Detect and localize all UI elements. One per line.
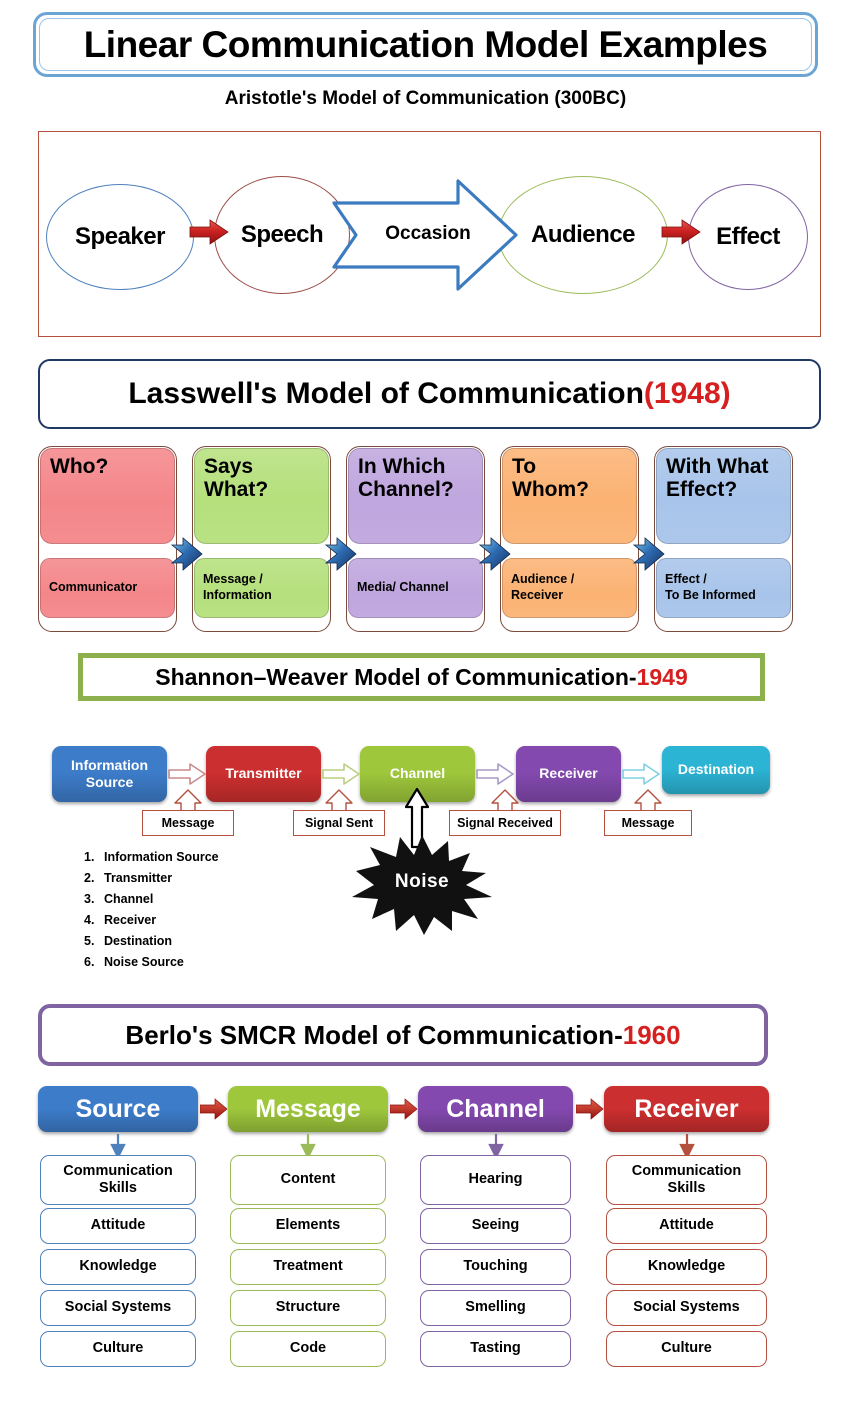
- shannon-box-5: Destination: [662, 746, 770, 794]
- list-number: 1.: [84, 850, 95, 864]
- berlo-item-3-5: Tasting: [420, 1331, 571, 1367]
- aristotle-node-effect: Effect: [688, 184, 808, 290]
- berlo-item-4-3: Knowledge: [606, 1249, 767, 1285]
- aristotle-occasion-arrow: Occasion: [330, 177, 520, 293]
- lasswell-arrow-3-icon: [478, 535, 512, 573]
- shannon-box-1: Information Source: [52, 746, 167, 802]
- list-label: Noise Source: [104, 955, 184, 969]
- lasswell-card-3: In Which Channel? Media/ Channel: [346, 446, 485, 632]
- noise-burst: Noise: [352, 835, 492, 935]
- berlo-header-receiver: Receiver: [604, 1086, 769, 1132]
- shannon-flow-arrow-4-icon: [622, 762, 660, 786]
- berlo-item-4-4: Social Systems: [606, 1290, 767, 1326]
- shannon-banner-title: Shannon–Weaver Model of Communication-: [155, 663, 637, 690]
- lasswell-question: Who?: [40, 448, 175, 544]
- lasswell-answer: Communicator: [40, 558, 175, 618]
- page-title: Linear Communication Model Examples: [83, 23, 768, 65]
- shannon-box-4: Receiver: [516, 746, 621, 802]
- berlo-flow-arrow-2-icon: [389, 1097, 418, 1121]
- shannon-list-item: 2. Transmitter: [84, 871, 219, 885]
- aristotle-arrow-2-icon: [660, 216, 702, 248]
- shannon-flow-arrow-2-icon: [322, 762, 360, 786]
- shannon-list-item: 5. Destination: [84, 934, 219, 948]
- list-number: 2.: [84, 871, 95, 885]
- page-title-inner: Linear Communication Model Examples: [39, 18, 812, 71]
- lasswell-banner: Lasswell's Model of Communication (1948): [38, 359, 821, 429]
- lasswell-question: With What Effect?: [656, 448, 791, 544]
- list-label: Information Source: [104, 850, 219, 864]
- berlo-item-3-1: Hearing: [420, 1155, 571, 1205]
- berlo-item-2-2: Elements: [230, 1208, 386, 1244]
- berlo-item-1-3: Knowledge: [40, 1249, 196, 1285]
- berlo-item-3-3: Touching: [420, 1249, 571, 1285]
- berlo-header-source: Source: [38, 1086, 198, 1132]
- berlo-banner-title: Berlo's SMCR Model of Communication-: [125, 1019, 623, 1050]
- lasswell-card-2: Says What? Message / Information: [192, 446, 331, 632]
- shannon-callout-label-4: Message: [604, 810, 692, 836]
- shannon-list-item: 1. Information Source: [84, 850, 219, 864]
- berlo-item-4-1: Communication Skills: [606, 1155, 767, 1205]
- list-label: Receiver: [104, 913, 157, 927]
- lasswell-question: Says What?: [194, 448, 329, 544]
- aristotle-caption: Aristotle's Model of Communication (300B…: [224, 88, 627, 109]
- lasswell-card-4: To Whom? Audience / Receiver: [500, 446, 639, 632]
- berlo-item-1-5: Culture: [40, 1331, 196, 1367]
- aristotle-arrow-1-icon: [188, 216, 230, 248]
- berlo-item-2-1: Content: [230, 1155, 386, 1205]
- berlo-header-channel: Channel: [418, 1086, 573, 1132]
- lasswell-arrow-4-icon: [632, 535, 666, 573]
- berlo-item-4-5: Culture: [606, 1331, 767, 1367]
- berlo-banner-year: 1960: [622, 1019, 681, 1050]
- lasswell-card-1: Who? Communicator: [38, 446, 177, 632]
- page-title-frame: Linear Communication Model Examples: [33, 12, 818, 77]
- berlo-item-3-4: Smelling: [420, 1290, 571, 1326]
- lasswell-answer: Audience / Receiver: [502, 558, 637, 618]
- shannon-banner: Shannon–Weaver Model of Communication- 1…: [78, 653, 765, 701]
- aristotle-occasion-label: Occasion: [385, 223, 471, 244]
- shannon-list-item: 6. Noise Source: [84, 955, 219, 969]
- berlo-item-3-2: Seeing: [420, 1208, 571, 1244]
- berlo-item-2-3: Treatment: [230, 1249, 386, 1285]
- list-label: Destination: [104, 934, 173, 948]
- noise-label: Noise: [394, 871, 450, 892]
- list-number: 3.: [84, 892, 95, 906]
- berlo-header-message: Message: [228, 1086, 388, 1132]
- shannon-callout-label-3: Signal Received: [449, 810, 561, 836]
- aristotle-node-audience: Audience: [498, 176, 668, 294]
- berlo-item-2-4: Structure: [230, 1290, 386, 1326]
- lasswell-question: In Which Channel?: [348, 448, 483, 544]
- shannon-element-list: 1. Information Source 2. Transmitter 3. Chann…: [84, 850, 219, 976]
- lasswell-banner-title: Lasswell's Model of Communication: [128, 377, 644, 410]
- shannon-flow-arrow-1-icon: [168, 762, 206, 786]
- shannon-list-item: 4. Receiver: [84, 913, 219, 927]
- shannon-list-item: 3. Channel: [84, 892, 219, 906]
- berlo-flow-arrow-1-icon: [199, 1097, 228, 1121]
- lasswell-answer: Effect / To Be Informed: [656, 558, 791, 618]
- lasswell-answer: Message / Information: [194, 558, 329, 618]
- lasswell-question: To Whom?: [502, 448, 637, 544]
- shannon-banner-year: 1949: [636, 663, 688, 690]
- shannon-flow-arrow-3-icon: [476, 762, 514, 786]
- lasswell-answer: Media/ Channel: [348, 558, 483, 618]
- list-label: Channel: [104, 892, 154, 906]
- lasswell-arrow-1-icon: [170, 535, 204, 573]
- list-number: 5.: [84, 934, 95, 948]
- lasswell-banner-year: (1948): [643, 377, 731, 410]
- berlo-banner: Berlo's SMCR Model of Communication- 196…: [38, 1004, 768, 1066]
- lasswell-card-5: With What Effect? Effect / To Be Informed: [654, 446, 793, 632]
- berlo-item-2-5: Code: [230, 1331, 386, 1367]
- list-number: 6.: [84, 955, 95, 969]
- berlo-flow-arrow-3-icon: [575, 1097, 604, 1121]
- lasswell-arrow-2-icon: [324, 535, 358, 573]
- berlo-item-1-2: Attitude: [40, 1208, 196, 1244]
- list-number: 4.: [84, 913, 95, 927]
- shannon-callout-label-2: Signal Sent: [293, 810, 385, 836]
- shannon-callout-label-1: Message: [142, 810, 234, 836]
- shannon-box-2: Transmitter: [206, 746, 321, 802]
- berlo-item-1-4: Social Systems: [40, 1290, 196, 1326]
- aristotle-node-speaker: Speaker: [46, 184, 194, 290]
- list-label: Transmitter: [104, 871, 173, 885]
- berlo-item-4-2: Attitude: [606, 1208, 767, 1244]
- berlo-item-1-1: Communication Skills: [40, 1155, 196, 1205]
